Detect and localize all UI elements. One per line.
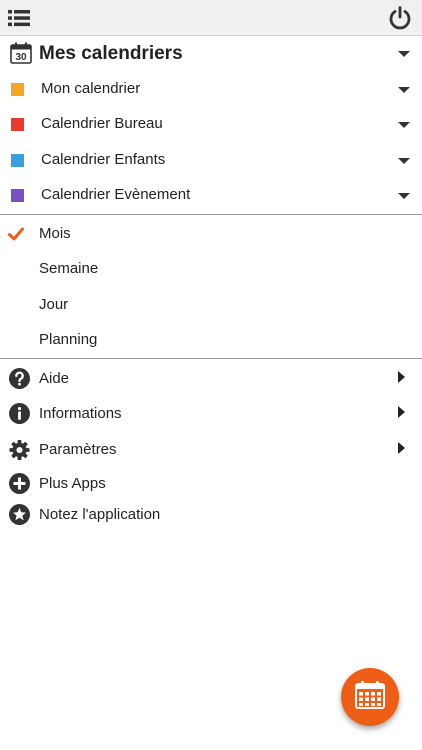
menu-item-help[interactable]: Aide [0,362,422,396]
plus-circle-icon [9,473,30,494]
view-option-month[interactable]: Mois [0,217,422,251]
chevron-down-icon[interactable] [398,51,410,57]
calendar-30-icon: 30 [10,42,32,69]
menu-item-label: Aide [39,370,70,387]
chevron-down-icon[interactable] [398,122,410,128]
calendar-color-swatch [11,83,24,96]
chevron-down-icon[interactable] [398,158,410,164]
checkmark-icon [8,227,24,246]
help-icon [9,368,30,389]
calendar-color-swatch [11,118,24,131]
chevron-right-icon [398,442,405,454]
divider [0,358,422,359]
chevron-down-icon[interactable] [398,87,410,93]
menu-item-rate-app[interactable]: Notez l'application [0,499,422,531]
calendar-item[interactable]: Calendrier Evènement [0,178,422,212]
divider [0,214,422,215]
view-option-label: Semaine [39,260,99,277]
chevron-right-icon [398,406,405,418]
menu-item-more-apps[interactable]: Plus Apps [0,468,422,500]
menu-item-info[interactable]: Informations [0,397,422,431]
calendar-color-swatch [11,189,24,202]
view-option-week[interactable]: Semaine [0,252,422,286]
star-circle-icon [9,504,30,525]
calendar-grid-icon [355,680,385,714]
calendar-item-label: Calendrier Enfants [41,151,166,168]
info-icon [9,403,30,424]
menu-item-label: Plus Apps [39,475,106,492]
calendar-item[interactable]: Mon calendrier [0,72,422,106]
menu-item-settings[interactable]: Paramètres [0,433,422,467]
calendar-color-swatch [11,154,24,167]
gear-icon [9,439,30,460]
calendar-item-label: Calendrier Bureau [41,115,163,132]
calendar-item[interactable]: Calendrier Enfants [0,143,422,177]
calendar-item-label: Calendrier Evènement [41,186,191,203]
menu-item-label: Paramètres [39,441,117,458]
view-option-label: Planning [39,331,98,348]
view-option-day[interactable]: Jour [0,288,422,322]
view-option-label: Jour [39,296,69,313]
menu-item-label: Notez l'application [39,506,161,523]
top-bar [0,0,422,36]
menu-item-label: Informations [39,405,122,422]
calendar-item-label: Mon calendrier [41,80,141,97]
svg-text:30: 30 [15,52,27,63]
calendars-header[interactable]: 30 Mes calendriers [0,38,422,70]
calendar-item[interactable]: Calendrier Bureau [0,107,422,141]
calendar-fab-button[interactable] [341,668,399,726]
calendars-title: Mes calendriers [39,43,183,64]
chevron-right-icon [398,371,405,383]
power-icon[interactable] [386,4,414,32]
view-option-label: Mois [39,225,71,242]
view-option-planning[interactable]: Planning [0,323,422,357]
chevron-down-icon[interactable] [398,193,410,199]
list-menu-icon[interactable] [7,7,31,29]
